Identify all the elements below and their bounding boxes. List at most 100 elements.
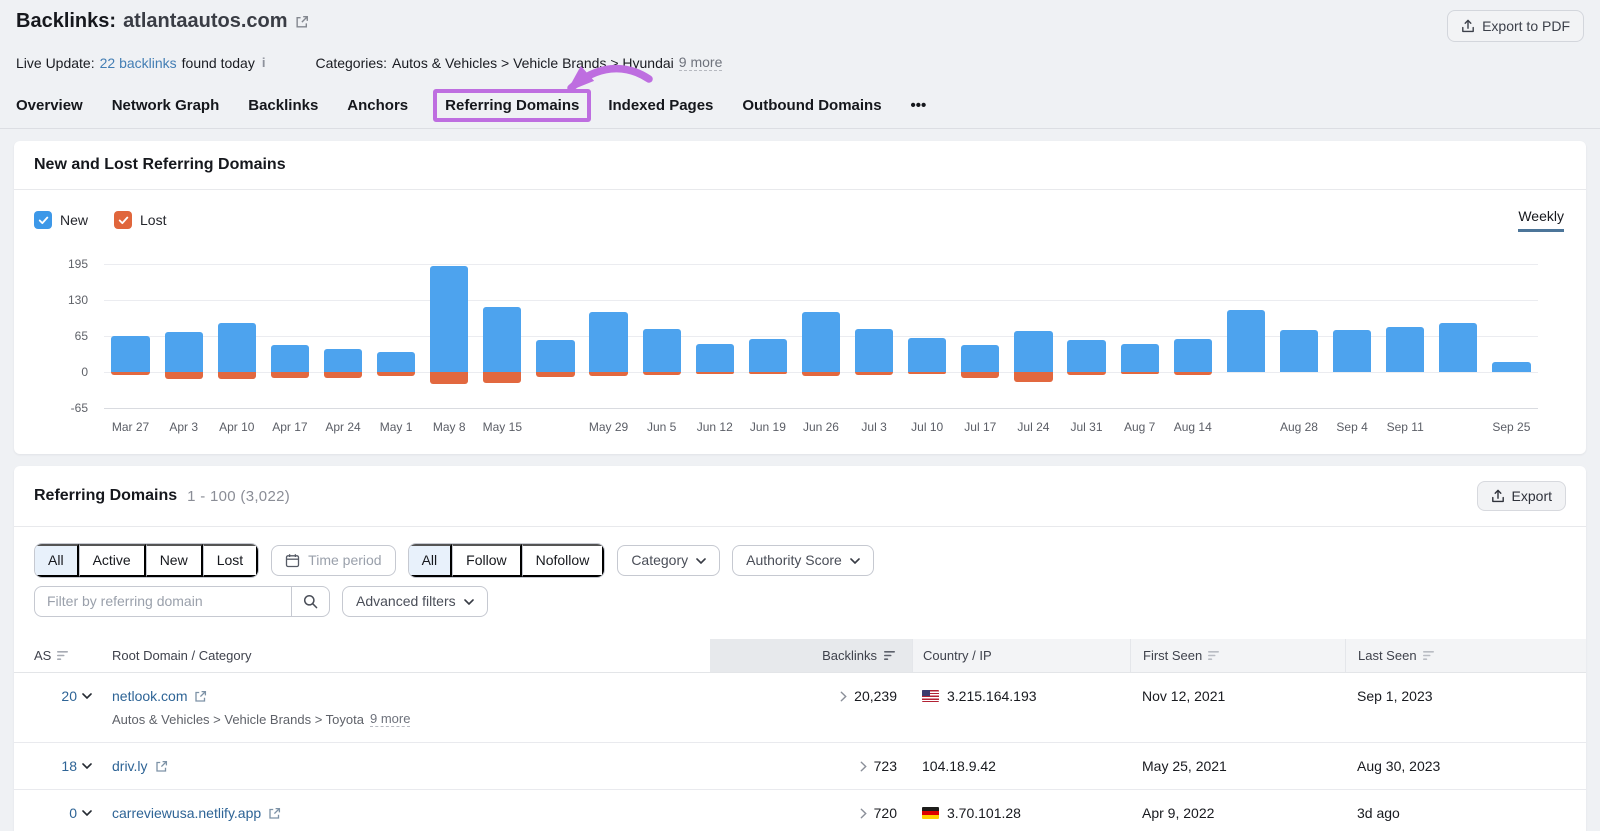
status-filter: All Active New Lost (34, 543, 260, 578)
search-button[interactable] (292, 586, 330, 617)
chevron-right-icon[interactable] (840, 691, 847, 702)
x-tick-label: Jul 31 (1070, 420, 1103, 434)
bar-aug-28[interactable] (1272, 264, 1325, 408)
new-bar-segment (270, 345, 309, 372)
column-header-first-seen[interactable]: First Seen (1130, 639, 1345, 672)
bar-jul-24[interactable] (1007, 264, 1060, 408)
category-dropdown[interactable]: Category (617, 545, 721, 576)
time-period-button[interactable]: Time period (271, 545, 396, 576)
calendar-icon (286, 554, 300, 568)
external-link-icon[interactable] (268, 807, 281, 820)
bar-mar-27[interactable] (104, 264, 157, 408)
bar-jun-12[interactable] (688, 264, 741, 408)
chevron-down-icon (696, 557, 706, 564)
x-tick-label: Jul 3 (861, 420, 887, 434)
new-bar-segment (1226, 310, 1265, 372)
bar-may-1[interactable] (370, 264, 423, 408)
export-to-pdf-button[interactable]: Export to PDF (1447, 10, 1584, 42)
chevron-right-icon[interactable] (860, 761, 867, 772)
export-button[interactable]: Export (1476, 481, 1566, 511)
bar-sep-11[interactable] (1379, 264, 1432, 408)
bar-apr-10[interactable] (210, 264, 263, 408)
column-header-as[interactable]: AS (14, 639, 112, 672)
category-more-link[interactable]: 9 more (369, 711, 411, 727)
bar-apr-24[interactable] (316, 264, 369, 408)
weekly-toggle[interactable]: Weekly (1518, 208, 1564, 232)
bar-aug-14[interactable] (1166, 264, 1219, 408)
export-label: Export (1511, 488, 1552, 504)
bar-sep-25[interactable] (1485, 264, 1538, 408)
status-filter-new[interactable]: New (145, 544, 203, 577)
search-input[interactable] (34, 586, 292, 617)
external-link-icon[interactable] (155, 760, 168, 773)
backlinks-count: 723 (873, 758, 897, 774)
new-bar-segment (589, 312, 628, 372)
x-tick-label: May 29 (588, 420, 629, 434)
authority-score-value[interactable]: 20 (61, 688, 77, 704)
legend-new-checkbox[interactable]: New (34, 211, 88, 229)
bar-aug-21[interactable] (1219, 264, 1272, 408)
bar-jul-3[interactable] (848, 264, 901, 408)
authority-score-dropdown[interactable]: Authority Score (732, 545, 874, 576)
tab-overview[interactable]: Overview (16, 97, 83, 114)
chevron-down-icon[interactable] (82, 810, 92, 816)
backlinks-cell: 720 (710, 805, 912, 821)
bar-may-29[interactable] (582, 264, 635, 408)
search-icon (303, 594, 318, 609)
x-tick-label: Aug 14 (1173, 420, 1212, 434)
bar-may-15[interactable] (476, 264, 529, 408)
bar-aug-7[interactable] (1113, 264, 1166, 408)
categories-more-link[interactable]: 9 more (678, 54, 723, 71)
external-link-icon[interactable] (295, 15, 309, 29)
x-tick-label (1219, 420, 1272, 434)
chevron-down-icon[interactable] (82, 763, 92, 769)
legend-lost-checkbox[interactable]: Lost (114, 211, 166, 229)
bar-apr-3[interactable] (157, 264, 210, 408)
authority-score-value[interactable]: 18 (61, 758, 77, 774)
external-link-icon[interactable] (194, 690, 207, 703)
bar-sep-4[interactable] (1326, 264, 1379, 408)
new-bar-segment (1120, 344, 1159, 372)
tab-indexed-pages[interactable]: Indexed Pages (608, 97, 713, 114)
status-filter-all[interactable]: All (35, 544, 79, 577)
follow-filter-all[interactable]: All (408, 544, 453, 577)
bar-jun-19[interactable] (741, 264, 794, 408)
domain-link[interactable]: carreviewusa.netlify.app (112, 805, 261, 821)
lost-bar-segment (270, 372, 309, 378)
follow-filter-follow[interactable]: Follow (452, 544, 522, 577)
bar-jun-5[interactable] (635, 264, 688, 408)
last-seen-header-label: Last Seen (1358, 648, 1417, 663)
chevron-down-icon[interactable] (82, 693, 92, 699)
advanced-filters-button[interactable]: Advanced filters (342, 586, 488, 617)
authority-score-value[interactable]: 0 (69, 805, 77, 821)
domain-link[interactable]: driv.ly (112, 758, 148, 774)
column-header-backlinks[interactable]: Backlinks (710, 639, 912, 672)
bar-jun-26[interactable] (794, 264, 847, 408)
bar-may-22[interactable] (529, 264, 582, 408)
tab-more[interactable]: ••• (911, 97, 927, 114)
follow-filter-nofollow[interactable]: Nofollow (521, 544, 605, 577)
tab-backlinks[interactable]: Backlinks (248, 97, 318, 114)
bar-jul-31[interactable] (1060, 264, 1113, 408)
first-seen-cell: Apr 9, 2022 (1142, 805, 1215, 821)
new-bar-segment (483, 306, 522, 372)
column-header-last-seen[interactable]: Last Seen (1345, 639, 1586, 672)
bar-may-8[interactable] (423, 264, 476, 408)
bar-apr-17[interactable] (263, 264, 316, 408)
lost-bar-segment (1120, 372, 1159, 374)
domain-link[interactable]: netlook.com (112, 688, 187, 704)
status-filter-lost[interactable]: Lost (202, 544, 259, 577)
chart-card-title: New and Lost Referring Domains (34, 156, 286, 173)
status-filter-active[interactable]: Active (78, 544, 146, 577)
chevron-right-icon[interactable] (860, 808, 867, 819)
tab-referring-domains[interactable]: Referring Domains (445, 97, 579, 114)
tab-network-graph[interactable]: Network Graph (112, 97, 220, 114)
tab-outbound-domains[interactable]: Outbound Domains (742, 97, 881, 114)
bar-jul-10[interactable] (901, 264, 954, 408)
tab-anchors[interactable]: Anchors (347, 97, 408, 114)
info-icon[interactable]: i (260, 55, 268, 70)
backlinks-found-link[interactable]: 22 backlinks (100, 55, 177, 71)
y-tick-label: 65 (74, 329, 88, 343)
bar-jul-17[interactable] (954, 264, 1007, 408)
bar-sep-18[interactable] (1432, 264, 1485, 408)
